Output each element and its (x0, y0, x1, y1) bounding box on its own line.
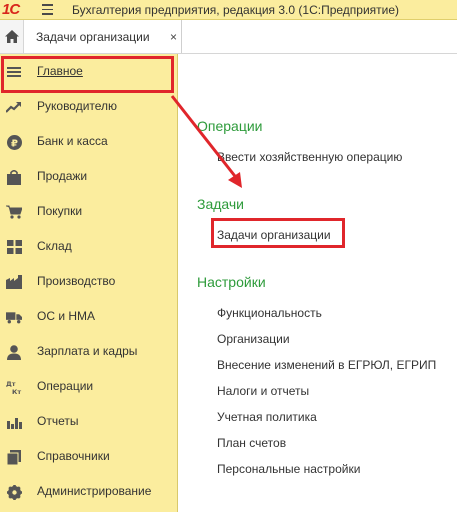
link-organizations[interactable]: Организации (217, 332, 290, 346)
link-personal-settings[interactable]: Персональные настройки (217, 462, 360, 476)
sidebar-item-label: Отчеты (37, 414, 79, 428)
close-icon[interactable]: × (170, 30, 177, 44)
link-egrul-changes[interactable]: Внесение изменений в ЕГРЮЛ, ЕГРИП (217, 358, 436, 372)
truck-icon (6, 309, 22, 325)
home-icon (4, 30, 19, 43)
sidebar-item-fixed-assets[interactable]: ОС и НМА (0, 299, 177, 334)
sidebar-item-label: Зарплата и кадры (37, 344, 138, 358)
sidebar-item-production[interactable]: Производство (0, 264, 177, 299)
book-icon (6, 449, 22, 465)
tab-label: Задачи организации (36, 29, 150, 44)
link-tasks-organization[interactable]: Задачи организации (217, 228, 331, 242)
sidebar-item-label: Склад (37, 239, 72, 253)
title-bar: 1С Бухгалтерия предприятия, редакция 3.0… (0, 0, 457, 20)
sidebar-item-label: Операции (37, 379, 94, 393)
main-menu-icon[interactable] (42, 0, 60, 20)
home-button[interactable] (0, 20, 24, 53)
content-panel: Операции Ввести хозяйственную операцию З… (178, 54, 457, 512)
sidebar-item-warehouse[interactable]: Склад (0, 229, 177, 264)
bar-chart-icon (6, 414, 22, 430)
list-icon (6, 64, 22, 80)
link-accounting-policy[interactable]: Учетная политика (217, 410, 317, 424)
sidebar-item-operations[interactable]: Дт Кт Операции (0, 369, 177, 404)
sidebar-item-administration[interactable]: Администрирование (0, 474, 177, 509)
gear-icon (6, 484, 22, 500)
sidebar-item-label: ОС и НМА (37, 309, 96, 323)
tab-bar: Задачи организации × (0, 20, 457, 54)
dt-kt-icon: Дт Кт (6, 379, 22, 395)
sidebar-item-sales[interactable]: Продажи (0, 159, 177, 194)
link-enter-operation[interactable]: Ввести хозяйственную операцию (217, 150, 402, 164)
sidebar-item-manager[interactable]: Руководителю (0, 89, 177, 124)
link-chart-of-accounts[interactable]: План счетов (217, 436, 286, 450)
sidebar-item-label: Администрирование (37, 484, 152, 498)
svg-text:Дт: Дт (6, 380, 16, 388)
trend-icon (6, 99, 22, 115)
section-title-settings: Настройки (197, 274, 266, 290)
warehouse-icon (6, 239, 22, 255)
sidebar-item-directories[interactable]: Справочники (0, 439, 177, 474)
svg-text:₽: ₽ (11, 138, 18, 149)
sidebar-item-label: Руководителю (37, 99, 118, 113)
link-functionality[interactable]: Функциональность (217, 306, 322, 320)
cart-icon (6, 204, 22, 220)
sidebar-item-bank-cash[interactable]: ₽ Банк и касса (0, 124, 177, 159)
app-logo[interactable]: 1С (0, 0, 34, 20)
sidebar-item-main[interactable]: Главное (0, 54, 177, 89)
svg-text:Кт: Кт (12, 388, 21, 395)
sidebar-item-label: Главное (37, 64, 83, 78)
person-icon (6, 344, 22, 360)
section-title-tasks: Задачи (197, 196, 245, 212)
section-title-operations: Операции (197, 118, 263, 134)
sidebar-item-label: Продажи (37, 169, 88, 183)
sidebar: Главное Руководителю ₽ Банк и касса Прод… (0, 54, 178, 512)
tab-tasks-organization[interactable]: Задачи организации × (24, 20, 182, 53)
sidebar-item-label: Покупки (37, 204, 83, 218)
factory-icon (6, 274, 22, 290)
sidebar-item-purchases[interactable]: Покупки (0, 194, 177, 229)
link-taxes-reports[interactable]: Налоги и отчеты (217, 384, 309, 398)
sidebar-item-label: Производство (37, 274, 116, 288)
sidebar-item-label: Банк и касса (37, 134, 108, 148)
window-title: Бухгалтерия предприятия, редакция 3.0 (1… (72, 2, 400, 17)
ruble-icon: ₽ (6, 134, 22, 150)
bag-icon (6, 169, 22, 185)
sidebar-item-label: Справочники (37, 449, 110, 463)
sidebar-item-reports[interactable]: Отчеты (0, 404, 177, 439)
sidebar-item-salary-hr[interactable]: Зарплата и кадры (0, 334, 177, 369)
